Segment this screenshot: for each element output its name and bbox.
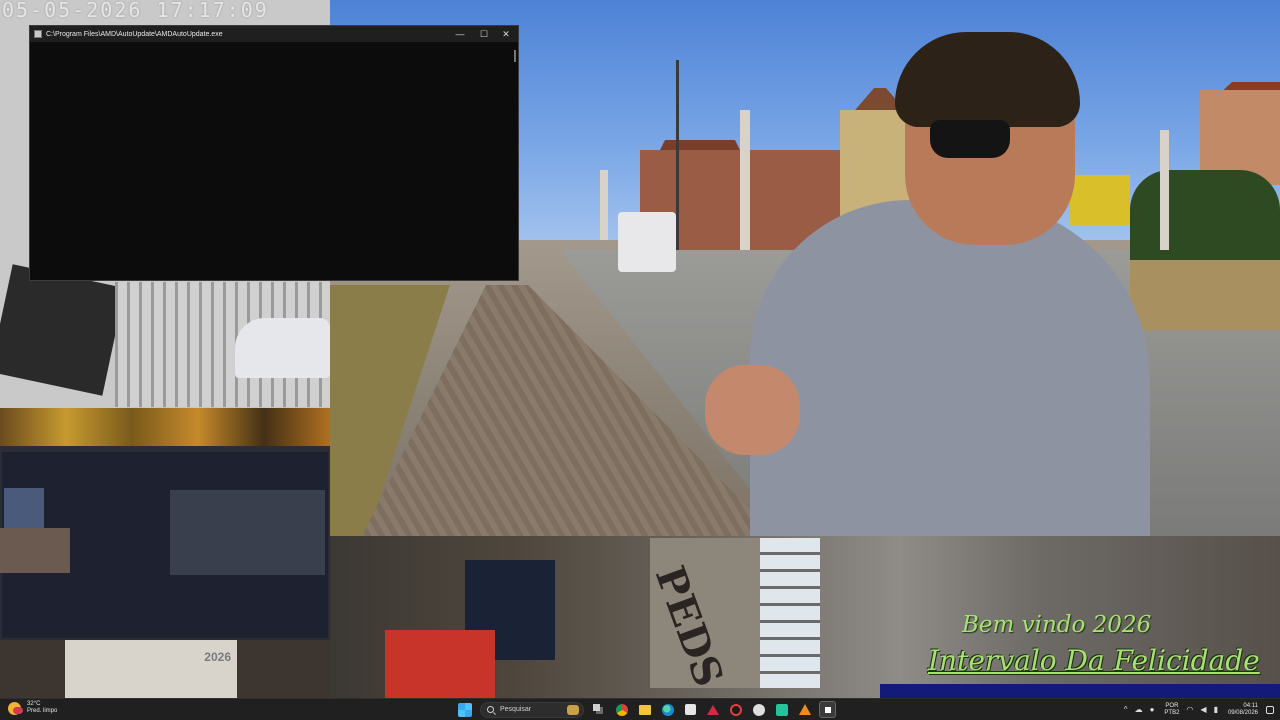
clock-date: 09/08/2026 [1227, 709, 1258, 716]
gear-app-icon[interactable] [753, 703, 765, 716]
monitor-webcam-tile [4, 488, 44, 528]
pruned-tree [600, 170, 608, 240]
console-window-title: C:\Program Files\AMD\AutoUpdate\AMDAutoU… [46, 30, 223, 38]
console-scrollbar[interactable] [514, 50, 516, 62]
streamer-body [750, 200, 1150, 540]
search-highlight-icon [567, 704, 579, 715]
console-app-icon [34, 30, 42, 38]
tray-overflow-chevron-icon[interactable]: ^ [1124, 705, 1128, 714]
parked-car [235, 318, 330, 378]
streamer-hand [705, 365, 800, 455]
streamer-hair [895, 32, 1080, 127]
street-lamp [676, 60, 679, 250]
console-titlebar[interactable]: C:\Program Files\AMD\AutoUpdate\AMDAutoU… [30, 26, 518, 42]
amd-autoupdate-console-window[interactable]: C:\Program Files\AMD\AutoUpdate\AMDAutoU… [29, 25, 519, 281]
ticker-band [880, 684, 1280, 698]
obs-icon[interactable] [819, 701, 836, 718]
red-app-icon[interactable] [704, 701, 721, 718]
laptop-chassis [0, 264, 126, 396]
artwork-strip [0, 408, 330, 448]
monitor-webcam-tile [0, 528, 70, 573]
pruned-tree [1160, 130, 1169, 250]
language-code: POR [1165, 702, 1179, 709]
weather-widget[interactable]: 32°C Pred. limpo [8, 701, 57, 715]
file-explorer-icon[interactable] [639, 704, 651, 715]
camera-timestamp: 05-05-2026 17:17:09 [2, 0, 269, 22]
monitor-panel [170, 490, 325, 575]
task-view-icon[interactable] [590, 701, 607, 718]
weather-text: 32°C Pred. limpo [27, 701, 57, 715]
grass-right [1130, 250, 1280, 330]
weather-temperature: 32°C [27, 701, 41, 707]
pruned-tree [740, 110, 750, 250]
chrome-icon[interactable] [616, 703, 628, 716]
minimize-button[interactable]: — [448, 26, 472, 42]
calendar-year: 2026 [204, 650, 231, 664]
desk-calendar: 2026 [65, 640, 237, 698]
battery-icon[interactable]: ▮ [1214, 705, 1218, 714]
green-app-icon[interactable] [776, 703, 788, 716]
windows-taskbar: 32°C Pred. limpo Pesquisar ^ ☁ ● POR PTB… [0, 698, 1280, 720]
sunglasses [930, 120, 1010, 158]
input-language-indicator[interactable]: POR PTB2 [1164, 703, 1179, 717]
search-icon [487, 706, 494, 713]
microphone-icon[interactable]: ● [1150, 705, 1155, 714]
system-tray: ^ ☁ ● POR PTB2 ◠ ◀ ▮ 04:11 09/08/2026 [1117, 699, 1274, 720]
red-sign [385, 630, 495, 698]
weather-condition: Pred. limpo [27, 708, 58, 714]
console-output-area[interactable] [30, 42, 518, 280]
horse-carriage [618, 212, 676, 272]
search-placeholder: Pesquisar [500, 706, 532, 713]
tree-cluster [1130, 170, 1280, 260]
clock-time: 04:11 [1243, 702, 1258, 709]
room-window [760, 538, 820, 688]
circle-app-icon[interactable] [730, 703, 742, 716]
yellow-kiosk [1070, 175, 1130, 225]
taskbar-search-box[interactable]: Pesquisar [480, 701, 584, 718]
show-title-caption: Intervalo Da Felicidade [928, 644, 1260, 677]
edge-icon[interactable] [662, 703, 674, 716]
cloud-icon[interactable]: ☁ [1135, 705, 1143, 714]
notification-icon[interactable] [1266, 705, 1274, 714]
keyboard-layout: PTB2 [1164, 709, 1180, 716]
volume-icon[interactable]: ◀ [1200, 705, 1206, 714]
store-icon[interactable] [685, 704, 696, 715]
weather-icon [8, 701, 23, 715]
taskbar-clock[interactable]: 04:11 09/08/2026 [1228, 703, 1258, 717]
maximize-button[interactable]: ☐ [472, 26, 496, 42]
welcome-caption: Bem vindo 2026 [962, 612, 1152, 638]
wifi-icon[interactable]: ◠ [1186, 705, 1193, 714]
vlc-icon[interactable] [796, 701, 813, 718]
start-icon[interactable] [458, 702, 472, 717]
taskbar-pinned-apps: Pesquisar [456, 701, 842, 718]
close-button[interactable]: ✕ [494, 26, 518, 42]
